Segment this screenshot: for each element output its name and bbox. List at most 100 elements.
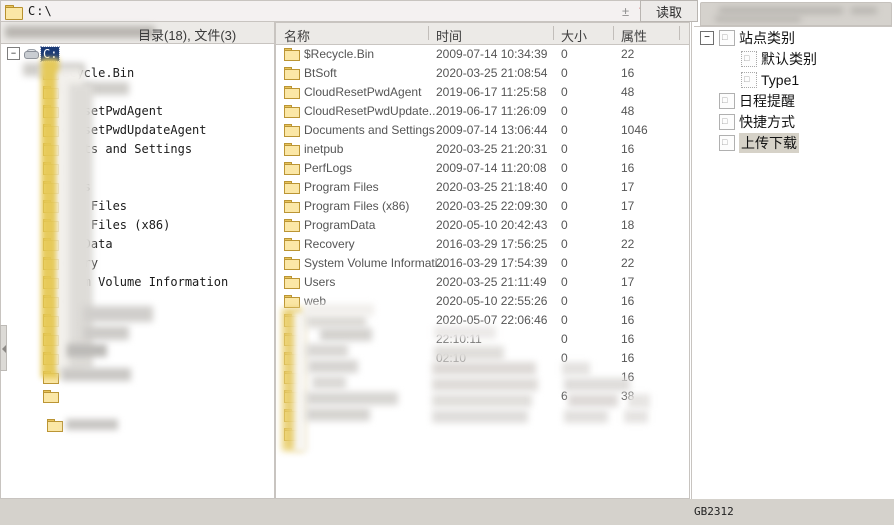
site-category-node[interactable]: □ 默认类别	[694, 48, 892, 69]
tree-item[interactable]: ers	[1, 291, 274, 310]
tree-item[interactable]: Logs	[1, 177, 274, 196]
tree-item[interactable]	[1, 310, 274, 329]
file-list-row[interactable]: Documents and Settings 2009-07-14 13:06:4…	[276, 121, 689, 140]
tree-root-row[interactable]: − C:	[1, 44, 274, 63]
file-list-row[interactable]: Program Files (x86) 2020-03-25 22:09:30 0 1…	[276, 197, 689, 216]
column-divider[interactable]	[613, 26, 614, 40]
cell-name: Users	[304, 275, 336, 289]
file-list-row[interactable]: Program Files 2020-03-25 21:18:40 0 17	[276, 178, 689, 197]
file-list-row[interactable]: CloudResetPwdUpdate... 2019-06-17 11:26:0…	[276, 102, 689, 121]
column-divider[interactable]	[553, 26, 554, 40]
file-list-row[interactable]: inetpub 2020-03-25 21:20:31 0 16	[276, 140, 689, 159]
tree-item[interactable]	[1, 348, 274, 367]
site-category-label: 站点类别	[739, 29, 795, 46]
site-category-node[interactable]: □ 快捷方式	[694, 111, 892, 132]
tree-item[interactable]: ram Files	[1, 196, 274, 215]
tree-item[interactable]	[1, 329, 274, 348]
tree-item[interactable]: dResetPwdAgent	[1, 101, 274, 120]
tree-item[interactable]	[1, 386, 274, 405]
file-list-row[interactable]: web 2020-05-10 22:55:26 0 16	[276, 292, 689, 311]
file-list-row[interactable]	[276, 425, 689, 444]
cell-attr: 16	[621, 142, 635, 156]
tree-item-c-drive[interactable]: C:	[39, 45, 61, 62]
file-list-row[interactable]: CloudResetPwdAgent 2019-06-17 11:25:58 0 48	[276, 83, 689, 102]
file-list-row[interactable]: BtSoft 2020-03-25 21:08:54 0 16	[276, 64, 689, 83]
collapse-toggle-icon[interactable]: −	[7, 47, 20, 60]
cell-size: 0	[561, 351, 568, 365]
category-item-icon: □	[741, 71, 757, 88]
tree-item[interactable]: dResetPwdUpdateAgent	[1, 120, 274, 139]
cell-attr: 17	[621, 275, 635, 289]
cell-time: 2019-06-17 11:25:58	[436, 85, 547, 99]
cell-size: 0	[561, 123, 568, 137]
file-list-row[interactable]: 16	[276, 368, 689, 387]
tree-item-label: ecycle.Bin	[62, 65, 135, 80]
tree-item[interactable]: ram Files (x86)	[1, 215, 274, 234]
tree-item-last[interactable]	[43, 415, 118, 434]
file-list-row[interactable]: 02:10 0 16	[276, 349, 689, 368]
site-category-node[interactable]: □ 上传下载	[694, 132, 892, 153]
file-list-row[interactable]: ProgramData 2020-05-10 20:42:43 0 18	[276, 216, 689, 235]
site-category-panel[interactable]: − □ 站点类别 □ 默认类别 □ Type1 □ 日程提醒 □ 快捷方式 □ 上传下载	[694, 26, 892, 499]
summary-bar: 目录(18), 文件(3)	[0, 22, 275, 44]
address-bar[interactable]: C:\ ± ▼	[0, 0, 655, 22]
cell-attr: 22	[621, 237, 635, 251]
tree-item[interactable]: overy	[1, 253, 274, 272]
folder-icon	[284, 86, 300, 99]
file-list-row[interactable]: PerfLogs 2009-07-14 11:20:08 0 16	[276, 159, 689, 178]
collapse-toggle-icon[interactable]: −	[700, 30, 714, 45]
file-list-row[interactable]: 2020-05-07 22:06:46 0 16	[276, 311, 689, 330]
cell-name: Program Files	[304, 180, 379, 194]
cell-size: 0	[561, 142, 568, 156]
column-divider[interactable]	[428, 26, 429, 40]
column-header-size[interactable]: 大小	[561, 26, 587, 45]
file-manager-window: C:\ ± ▼ 读取 目录(18), 文件(3) − C: ecycle.Bin…	[0, 0, 894, 525]
tree-item-list: ecycle.Bin oft dResetPwdAgent dResetPwdUpda…	[1, 63, 274, 405]
cell-attr: 17	[621, 199, 635, 213]
column-header-time[interactable]: 时间	[436, 26, 462, 45]
tree-item[interactable]: stem Volume Information	[1, 272, 274, 291]
cell-name: System Volume Informati...	[304, 256, 448, 270]
file-list-row[interactable]: 6 38	[276, 387, 689, 406]
cell-name: Documents and Settings	[304, 123, 435, 137]
sidebar-collapse-handle[interactable]	[0, 325, 7, 371]
site-category-node[interactable]: □ Type1	[694, 69, 892, 90]
read-button[interactable]: 读取	[640, 0, 698, 22]
tree-item[interactable]: oft	[1, 82, 274, 101]
site-category-node[interactable]: − □ 站点类别	[694, 27, 892, 48]
folder-icon	[43, 332, 59, 346]
file-list-row[interactable]: 22:10:11 0 16	[276, 330, 689, 349]
site-category-node[interactable]: □ 日程提醒	[694, 90, 892, 111]
cell-attr: 16	[621, 332, 635, 346]
directory-tree-panel[interactable]: − C: ecycle.Bin oft dResetPwdAgent dResetPw…	[0, 44, 275, 499]
tree-item-label: nents and Settings	[62, 141, 193, 156]
file-list-row[interactable]: System Volume Informati... 2016-03-29 17:…	[276, 254, 689, 273]
file-list-row[interactable]: Users 2020-03-25 21:11:49 0 17	[276, 273, 689, 292]
tree-item[interactable]: ramData	[1, 234, 274, 253]
file-list-panel[interactable]: 名称 时间 大小 属性 $Recycle.Bin 2009-07-14 10:34…	[275, 22, 690, 499]
shortcut-icon: □	[719, 113, 735, 130]
column-header-attr[interactable]: 属性	[621, 26, 647, 45]
path-input[interactable]: C:\	[28, 4, 53, 18]
folder-icon	[43, 256, 59, 270]
tree-item[interactable]: nents and Settings	[1, 139, 274, 158]
tree-item[interactable]: pub	[1, 158, 274, 177]
folder-icon	[43, 85, 59, 99]
file-list-row[interactable]: $Recycle.Bin 2009-07-14 10:34:39 0 22	[276, 45, 689, 64]
column-header-name[interactable]: 名称	[284, 26, 310, 45]
folder-icon	[284, 314, 300, 327]
folder-icon	[43, 389, 59, 403]
tree-item[interactable]: ecycle.Bin	[1, 63, 274, 82]
cell-attr: 22	[621, 47, 635, 61]
cell-time: 2016-03-29 17:56:25	[436, 237, 548, 251]
tree-item[interactable]	[1, 367, 274, 386]
plus-minus-icon[interactable]: ±	[622, 5, 629, 18]
folder-icon	[43, 66, 59, 80]
cell-name: PerfLogs	[304, 161, 353, 175]
cell-size: 0	[561, 66, 568, 80]
file-list-row[interactable]	[276, 406, 689, 425]
column-divider[interactable]	[679, 26, 680, 40]
file-list-row[interactable]: Recovery 2016-03-29 17:56:25 0 22	[276, 235, 689, 254]
cell-attr: 22	[621, 256, 635, 270]
folder-icon	[47, 418, 63, 432]
